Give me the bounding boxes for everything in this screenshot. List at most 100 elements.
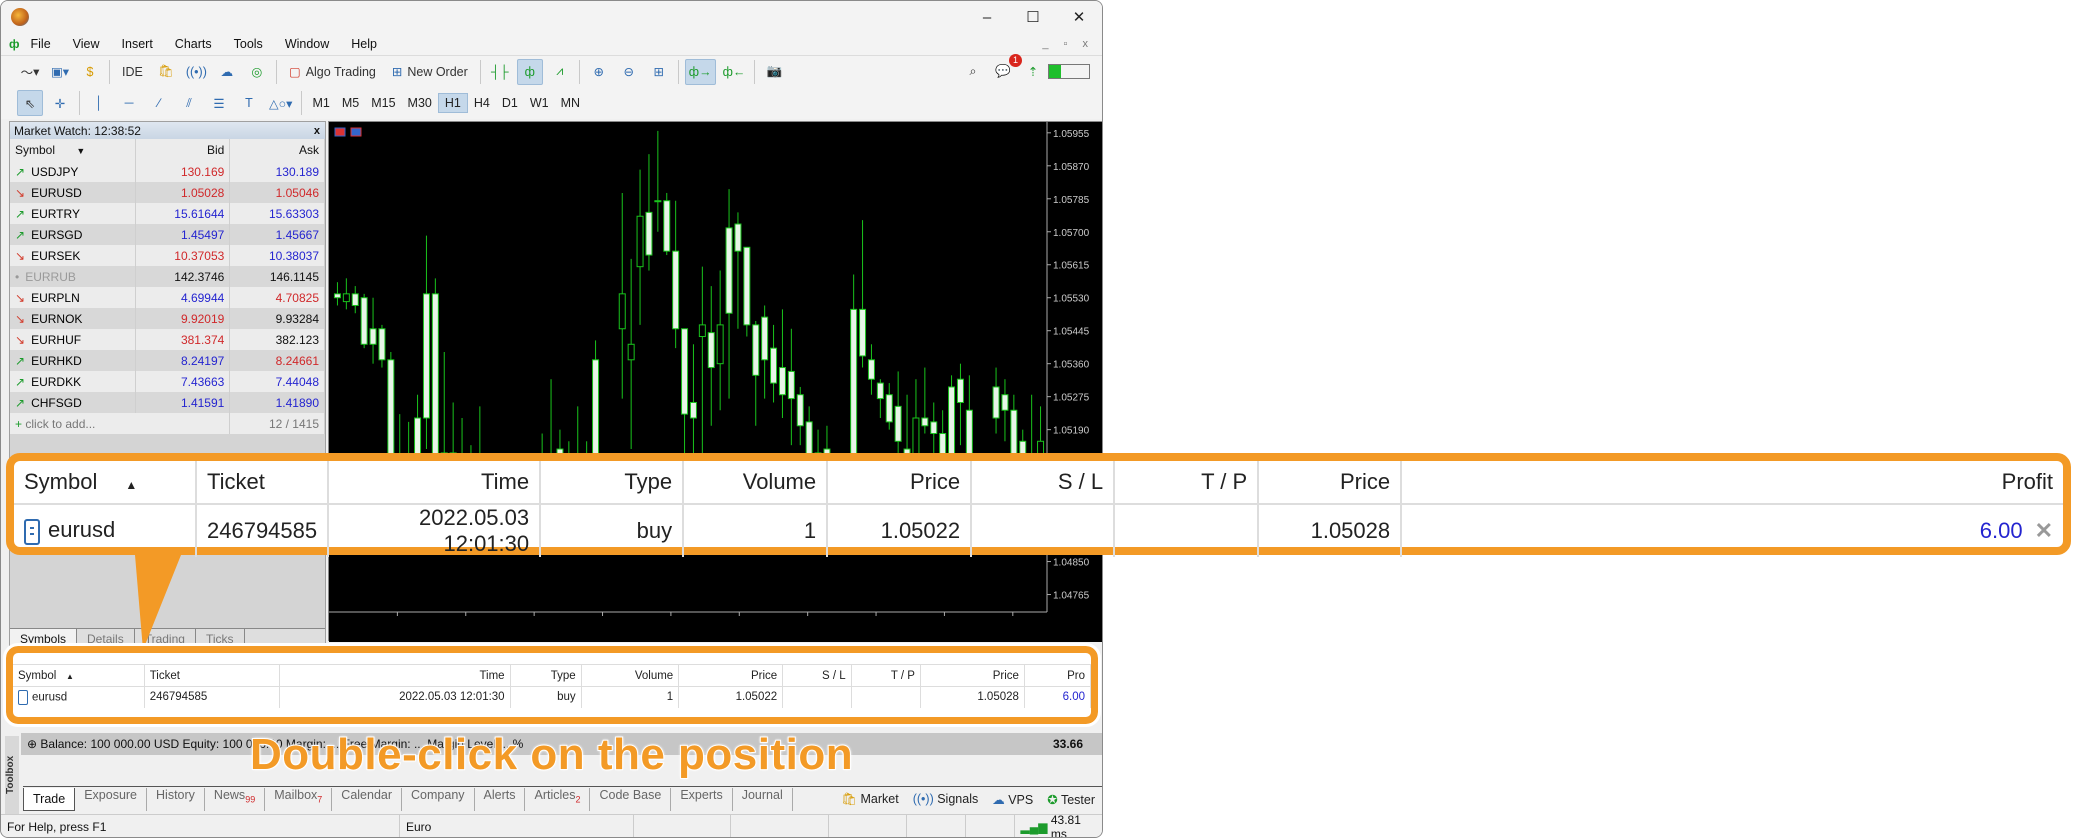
close-position-icon[interactable]: ✕: [2035, 518, 2053, 543]
chart-shift-button[interactable]: ф←: [720, 59, 749, 85]
menu-help[interactable]: Help: [340, 37, 388, 51]
price-chart[interactable]: 1.05955 1.05870 1.05785 1.05700 1.05615 1.055…: [328, 121, 1102, 642]
menu-insert[interactable]: Insert: [111, 37, 164, 51]
horizontal-line-tool[interactable]: ─: [116, 90, 142, 116]
menu-file[interactable]: File: [20, 37, 62, 51]
line-chart-button[interactable]: ⩘: [547, 59, 573, 85]
timeframe-mn[interactable]: MN: [555, 94, 586, 112]
toolbox-tab-company[interactable]: Company: [402, 788, 475, 811]
market-watch-row[interactable]: ↗ USDJPY 130.169 130.189: [10, 161, 325, 182]
col-current-price[interactable]: Price: [1258, 461, 1403, 505]
col-current-price[interactable]: Price: [920, 664, 1025, 687]
col-time[interactable]: Time: [279, 664, 511, 687]
col-ticket[interactable]: Ticket: [144, 664, 281, 687]
col-volume[interactable]: Volume: [581, 664, 680, 687]
timeframe-h1[interactable]: H1: [437, 93, 468, 113]
channel-tool[interactable]: ⫽: [176, 90, 202, 116]
depth-of-market-button[interactable]: $: [77, 59, 103, 85]
search-button[interactable]: ⌕: [960, 59, 986, 85]
timeframe-m15[interactable]: M15: [365, 94, 401, 112]
trendline-tool[interactable]: ∕: [146, 90, 172, 116]
market-watch-row[interactable]: ↗ EURTRY 15.61644 15.63303: [10, 203, 325, 224]
toolbox-tab-journal[interactable]: Journal: [733, 788, 793, 811]
chart-type-dropdown[interactable]: 〜 ▾: [17, 59, 43, 85]
market-watch-row[interactable]: ↗ EURDKK 7.43663 7.44048: [10, 371, 325, 392]
market-watch-row[interactable]: ↗ CHFSGD 1.41591 1.41890: [10, 392, 325, 413]
toolbox-link-market[interactable]: 🛍 Market: [841, 792, 899, 807]
timeframe-m5[interactable]: M5: [336, 94, 365, 112]
col-type[interactable]: Type: [510, 664, 582, 687]
market-watch-close[interactable]: x: [314, 125, 325, 137]
market-watch-row[interactable]: • EURRUB 142.3746 146.1145: [10, 266, 325, 287]
col-symbol[interactable]: Symbol ▲: [13, 664, 145, 687]
toolbox-tab-calendar[interactable]: Calendar: [332, 788, 403, 811]
col-profit[interactable]: Profit: [1401, 461, 2063, 505]
toolbox-tab-articles[interactable]: Articles2: [525, 788, 591, 811]
zoom-out-button[interactable]: ⊖: [616, 59, 642, 85]
col-tp[interactable]: T / P: [1114, 461, 1260, 505]
shapes-dropdown[interactable]: △○ ▾: [266, 90, 295, 116]
market-watch-row[interactable]: ↘ EURHUF 381.374 382.123: [10, 329, 325, 350]
bar-chart-button[interactable]: ┤├: [487, 59, 513, 85]
timeframe-m30[interactable]: M30: [402, 94, 438, 112]
toolbox-tab-experts[interactable]: Experts: [671, 788, 733, 811]
position-row[interactable]: eurusd 246794585 2022.05.03 12:01:30 buy…: [13, 686, 1092, 708]
toolbox-tab-mailbox[interactable]: Mailbox7: [265, 788, 333, 811]
col-time[interactable]: Time: [328, 461, 542, 505]
add-connection-button[interactable]: ◎: [244, 59, 270, 85]
candlestick-button[interactable]: ф: [516, 58, 543, 85]
position-row[interactable]: eurusd 246794585 2022.05.03 12:01:30 buy…: [14, 504, 2063, 557]
toolbox-link-signals[interactable]: ((•)) Signals: [913, 792, 979, 807]
market-watch-row[interactable]: ↘ EURNOK 9.92019 9.93284: [10, 308, 325, 329]
timeframe-d1[interactable]: D1: [496, 94, 524, 112]
market-watch-row[interactable]: ↘ EURUSD 1.05028 1.05046: [10, 182, 325, 203]
toolbox-tab-history[interactable]: History: [147, 788, 205, 811]
notifications-button[interactable]: 💬 1: [990, 53, 1022, 85]
toolbox-link-vps[interactable]: ☁ VPS: [992, 792, 1033, 807]
toolbox-link-tester[interactable]: ✪ Tester: [1047, 792, 1095, 807]
timeframe-w1[interactable]: W1: [524, 94, 555, 112]
col-ticket[interactable]: Ticket: [196, 461, 330, 505]
market-watch-row[interactable]: ↗ EURHKD 8.24197 8.24661: [10, 350, 325, 371]
toolbox-tab-alerts[interactable]: Alerts: [475, 788, 526, 811]
toolbox-tab-news[interactable]: News99: [205, 788, 266, 811]
add-symbol-row[interactable]: + click to add... 12 / 1415: [10, 413, 325, 434]
maximize-button[interactable]: ☐: [1010, 1, 1056, 33]
timeframe-m1[interactable]: M1: [306, 94, 335, 112]
toolbox-tab-exposure[interactable]: Exposure: [75, 788, 148, 811]
market-button[interactable]: 🛍: [153, 59, 179, 85]
vertical-line-tool[interactable]: │: [86, 90, 112, 116]
col-open-price[interactable]: Price: [827, 461, 973, 505]
cursor-tool[interactable]: ⇖: [17, 90, 43, 116]
autoscroll-button[interactable]: ф→: [684, 58, 716, 85]
close-button[interactable]: ✕: [1056, 1, 1102, 33]
market-watch-row[interactable]: ↗ EURSGD 1.45497 1.45667: [10, 224, 325, 245]
col-sl[interactable]: S / L: [971, 461, 1116, 505]
timeframe-h4[interactable]: H4: [468, 94, 496, 112]
tile-windows-button[interactable]: ⊞: [646, 59, 672, 85]
col-sl[interactable]: S / L: [782, 664, 852, 687]
col-tp[interactable]: T / P: [851, 664, 921, 687]
menu-charts[interactable]: Charts: [164, 37, 223, 51]
toolbox-tab-trade[interactable]: Trade: [23, 788, 76, 811]
column-header-ask[interactable]: Ask: [229, 139, 325, 161]
zoom-in-button[interactable]: ⊕: [586, 59, 612, 85]
col-volume[interactable]: Volume: [683, 461, 829, 505]
lvl-button[interactable]: ⇡: [1020, 59, 1046, 85]
templates-dropdown[interactable]: ▣ ▾: [47, 59, 73, 85]
signals-button[interactable]: ((•)): [183, 59, 210, 85]
column-header-bid[interactable]: Bid: [135, 139, 231, 161]
algo-trading-button[interactable]: ▢ Algo Trading: [283, 59, 382, 85]
toolbox-label[interactable]: Toolbox: [5, 736, 19, 814]
screenshot-button[interactable]: 📷: [761, 59, 787, 85]
ide-button[interactable]: IDE: [116, 59, 149, 85]
menu-window[interactable]: Window: [274, 37, 340, 51]
col-profit[interactable]: Pro: [1024, 664, 1092, 687]
fibonacci-tool[interactable]: ☰: [206, 90, 232, 116]
col-type[interactable]: Type: [540, 461, 685, 505]
menu-view[interactable]: View: [62, 37, 111, 51]
text-tool[interactable]: T: [236, 90, 262, 116]
minimize-button[interactable]: –: [964, 1, 1010, 33]
toolbox-tab-code-base[interactable]: Code Base: [590, 788, 672, 811]
new-order-button[interactable]: ⊞ New Order: [386, 59, 474, 85]
